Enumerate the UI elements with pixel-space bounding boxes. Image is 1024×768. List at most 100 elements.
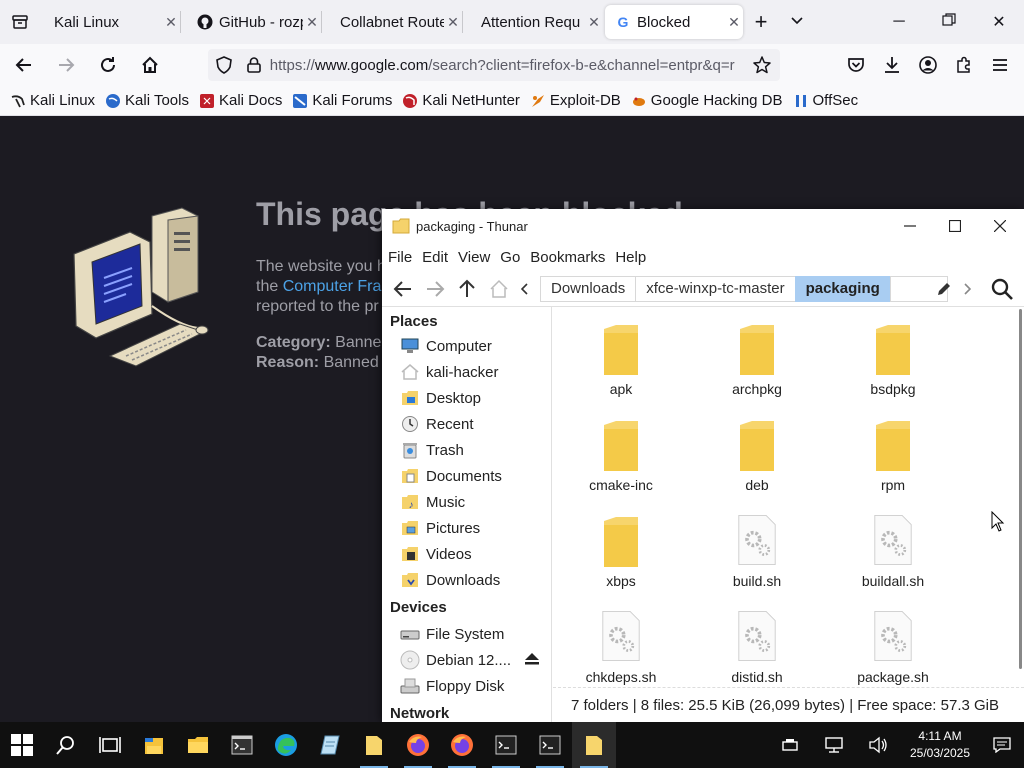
file-item-chkdeps-sh[interactable]: chkdeps.sh xyxy=(553,599,689,685)
bookmark-google-hacking-db[interactable]: Google Hacking DB xyxy=(631,92,783,109)
account-button[interactable] xyxy=(910,44,946,86)
breadcrumb-packaging[interactable]: packaging xyxy=(794,275,891,302)
tab-attention-required[interactable]: Attention Requ ✕ xyxy=(463,0,603,44)
taskbar-app-thunar-2[interactable] xyxy=(572,722,616,768)
folder-item-apk[interactable]: apk xyxy=(553,311,689,407)
taskbar-app-firefox-1[interactable] xyxy=(396,722,440,768)
taskbar-app-terminal-2[interactable] xyxy=(528,722,572,768)
bookmark-page-button[interactable] xyxy=(744,56,780,74)
menu-bookmarks[interactable]: Bookmarks xyxy=(530,249,605,266)
tab-kali-linux[interactable]: Kali Linux ✕ xyxy=(40,0,180,44)
breadcrumb-downloads[interactable]: Downloads xyxy=(540,275,637,302)
url-text[interactable]: https://www.google.com/search?client=fir… xyxy=(270,57,744,74)
pocket-button[interactable] xyxy=(838,44,874,86)
thunar-home-button[interactable] xyxy=(483,273,515,305)
folder-item-bsdpkg[interactable]: bsdpkg xyxy=(825,311,961,407)
close-tab-icon[interactable]: ✕ xyxy=(444,14,462,31)
menu-help[interactable]: Help xyxy=(615,249,646,266)
sidebar-item-downloads[interactable]: Downloads xyxy=(382,567,551,593)
bookmark-kali-tools[interactable]: Kali Tools xyxy=(105,92,189,109)
taskbar-app-notes[interactable] xyxy=(308,722,352,768)
tray-network-adapter[interactable] xyxy=(768,722,812,768)
sidebar-item-recent[interactable]: Recent xyxy=(382,411,551,437)
bookmark-kali-forums[interactable]: Kali Forums xyxy=(292,92,392,109)
sidebar-item-trash[interactable]: Trash xyxy=(382,437,551,463)
list-all-tabs-button[interactable] xyxy=(779,13,815,31)
bookmark-kali-nethunter[interactable]: Kali NetHunter xyxy=(402,92,520,109)
breadcrumb-scroll-right[interactable] xyxy=(956,273,978,305)
sidebar-item-music[interactable]: ♪ Music xyxy=(382,489,551,515)
folder-item-xbps[interactable]: xbps xyxy=(553,503,689,599)
menu-file[interactable]: File xyxy=(388,249,412,266)
restore-browser-button[interactable] xyxy=(924,12,974,32)
extensions-button[interactable] xyxy=(946,44,982,86)
sidebar-item-pictures[interactable]: Pictures xyxy=(382,515,551,541)
thunar-up-button[interactable] xyxy=(451,273,483,305)
home-button[interactable] xyxy=(132,49,168,81)
start-button[interactable] xyxy=(0,722,44,768)
thunar-forward-button[interactable] xyxy=(419,273,451,305)
tab-github[interactable]: GitHub - rozp ✕ xyxy=(181,0,321,44)
sidebar-item-documents[interactable]: Documents xyxy=(382,463,551,489)
file-item-package-sh[interactable]: package.sh xyxy=(825,599,961,685)
url-bar[interactable]: https://www.google.com/search?client=fir… xyxy=(208,49,780,81)
bookmark-kali-docs[interactable]: Kali Docs xyxy=(199,92,282,109)
site-info-button[interactable] xyxy=(240,57,268,73)
tray-network[interactable] xyxy=(812,722,856,768)
menu-edit[interactable]: Edit xyxy=(422,249,448,266)
sidebar-item-computer[interactable]: Computer xyxy=(382,333,551,359)
close-tab-icon[interactable]: ✕ xyxy=(725,14,743,31)
eject-icon[interactable] xyxy=(525,652,540,669)
taskbar-app-firefox-2[interactable] xyxy=(440,722,484,768)
sidebar-item-floppy-disk[interactable]: Floppy Disk xyxy=(382,673,551,699)
forward-button[interactable] xyxy=(48,49,84,81)
close-browser-button[interactable]: ✕ xyxy=(974,12,1024,32)
sidebar-item-desktop[interactable]: Desktop xyxy=(382,385,551,411)
minimize-browser-button[interactable]: ─ xyxy=(874,13,924,31)
downloads-button[interactable] xyxy=(874,44,910,86)
breadcrumb-xfce-winxp-tc-master[interactable]: xfce-winxp-tc-master xyxy=(635,275,796,302)
file-item-build-sh[interactable]: build.sh xyxy=(689,503,825,599)
thunar-maximize-button[interactable] xyxy=(933,209,977,243)
bookmark-offsec[interactable]: OffSec xyxy=(793,92,858,109)
taskbar-app-terminal[interactable] xyxy=(220,722,264,768)
taskbar-app-terminal-1[interactable] xyxy=(484,722,528,768)
back-button[interactable] xyxy=(6,49,42,81)
menu-go[interactable]: Go xyxy=(500,249,520,266)
sidebar-item-file-system[interactable]: File System xyxy=(382,621,551,647)
tray-volume[interactable] xyxy=(856,722,900,768)
new-tab-button[interactable]: + xyxy=(743,9,779,35)
folder-item-cmake-inc[interactable]: cmake-inc xyxy=(553,407,689,503)
sidebar-item-kali-hacker[interactable]: kali-hacker xyxy=(382,359,551,385)
reload-button[interactable] xyxy=(90,49,126,81)
thunar-title-bar[interactable]: packaging - Thunar xyxy=(382,209,1024,243)
bookmark-exploit-db[interactable]: Exploit-DB xyxy=(530,92,621,109)
sidebar-item-videos[interactable]: Videos xyxy=(382,541,551,567)
close-tab-icon[interactable]: ✕ xyxy=(303,14,321,31)
computer-fraud-link[interactable]: Computer Fra xyxy=(283,278,382,295)
thunar-close-button[interactable] xyxy=(978,209,1022,243)
taskbar-app-folder[interactable] xyxy=(176,722,220,768)
task-view-button[interactable] xyxy=(88,722,132,768)
file-item-distid-sh[interactable]: distid.sh xyxy=(689,599,825,685)
file-item-buildall-sh[interactable]: buildall.sh xyxy=(825,503,961,599)
taskbar-clock[interactable]: 4:11 AM 25/03/2025 xyxy=(900,728,980,762)
action-center-button[interactable] xyxy=(980,722,1024,768)
breadcrumb-scroll-left[interactable] xyxy=(515,273,535,305)
bookmark-kali-linux[interactable]: Kali Linux xyxy=(10,92,95,109)
folder-item-deb[interactable]: deb xyxy=(689,407,825,503)
thunar-back-button[interactable] xyxy=(387,273,419,305)
file-view-scrollbar[interactable] xyxy=(1019,309,1022,669)
thunar-search-button[interactable] xyxy=(986,273,1018,305)
taskbar-search-button[interactable] xyxy=(44,722,88,768)
taskbar-app-thunar-1[interactable] xyxy=(352,722,396,768)
taskbar-app-file-manager[interactable] xyxy=(132,722,176,768)
app-menu-button[interactable] xyxy=(982,44,1018,86)
menu-view[interactable]: View xyxy=(458,249,490,266)
thunar-minimize-button[interactable] xyxy=(888,209,932,243)
tracking-protection-button[interactable] xyxy=(208,56,240,74)
tab-blocked[interactable]: G Blocked ✕ xyxy=(605,5,743,39)
sidebar-item-debian[interactable]: Debian 12.... xyxy=(382,647,551,673)
close-tab-icon[interactable]: ✕ xyxy=(585,14,603,31)
firefox-view-button[interactable] xyxy=(0,0,40,44)
